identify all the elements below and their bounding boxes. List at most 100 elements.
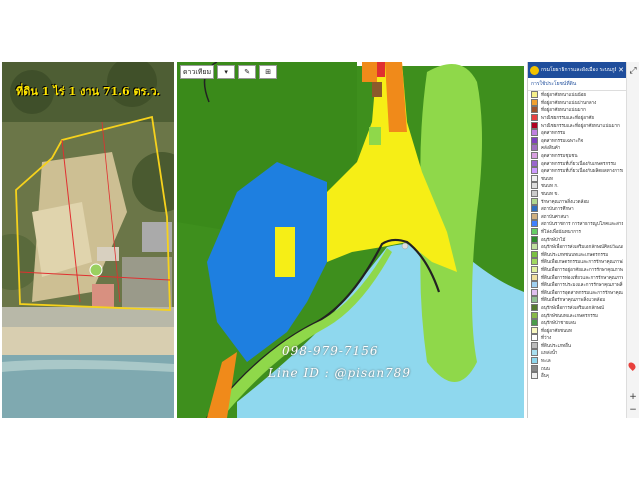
legend-swatch	[531, 167, 538, 175]
legend-item[interactable]: ที่ดินเพื่อรักษาคุณภาพสิ่งแวดล้อม	[528, 296, 626, 304]
legend-swatch	[531, 258, 538, 266]
layer-select-button[interactable]: ดาวเทียม	[180, 65, 215, 79]
legend-item[interactable]: ชนบท	[528, 174, 626, 183]
line-id-overlay: Line ID : @pisan789	[268, 366, 411, 380]
dropdown-arrow-icon[interactable]: ▾	[217, 65, 236, 79]
legend-item[interactable]: แหล่งน้ำ	[528, 349, 626, 357]
legend-item-label: ที่ดินเพื่อเกษตรกรรมและการรักษาคุณภาพสิ่…	[541, 260, 623, 266]
legend-item[interactable]: อุตสาหกรรมชุมชน	[528, 152, 626, 160]
land-use-map[interactable]	[177, 62, 524, 418]
legend-item-label: คลังสินค้า	[541, 146, 561, 152]
legend-item[interactable]: อนุรักษ์เพื่อการส่งเสริมเอกลักษณ์	[528, 303, 626, 312]
legend-item[interactable]: ที่ดินประเภทอื่น	[528, 341, 626, 350]
legend-item[interactable]: ที่ว่าง	[528, 334, 626, 342]
legend-swatch	[531, 106, 538, 114]
legend-swatch	[531, 91, 538, 99]
legend-panel: กรมโยธาธิการและผังเมือง ระบบภูมิสารสนเทศ…	[527, 62, 626, 418]
legend-item-label: รักษาคุณภาพสิ่งแวดล้อม	[541, 199, 589, 205]
legend-swatch	[531, 364, 538, 372]
legend-item-label: อนุรักษ์ชนบทและเกษตรกรรม	[541, 313, 599, 319]
legend-item[interactable]: อนุรักษ์เพื่อการส่งเสริมเอกลักษณ์ศิลปวัฒ…	[528, 243, 626, 251]
legend-header: กรมโยธาธิการและผังเมือง ระบบภูมิสารสนเทศ…	[528, 62, 626, 78]
legend-item[interactable]: ชนบท ก.	[528, 182, 626, 190]
legend-item[interactable]: ที่ดินประเภทชนบทและเกษตรกรรม	[528, 250, 626, 258]
satellite-image	[2, 62, 174, 418]
satellite-image-panel	[2, 62, 174, 418]
legend-item-label: สถาบันราชการ การสาธารณูปโภคและสาธารณูปกา…	[541, 222, 623, 228]
legend-swatch	[531, 273, 538, 281]
legend-item[interactable]: พาณิชยกรรมและที่อยู่อาศัย	[528, 114, 626, 122]
legend-swatch	[531, 311, 538, 319]
legend-item[interactable]: อนุรักษ์ชนบทและเกษตรกรรม	[528, 311, 626, 319]
legend-item[interactable]: อื่นๆ	[528, 372, 626, 380]
legend-swatch	[531, 326, 538, 334]
legend-item[interactable]: ชนบท ข.	[528, 190, 626, 198]
legend-swatch	[531, 136, 538, 144]
legend-swatch	[531, 205, 538, 213]
legend-item-label: ชนบท ก.	[541, 184, 559, 190]
legend-item-label: ชนบท ข.	[541, 192, 559, 198]
legend-item[interactable]: คลังสินค้า	[528, 144, 626, 152]
fullscreen-icon[interactable]: ⤢	[628, 66, 638, 76]
legend-item-label: ที่ดินประเภทอื่น	[541, 343, 571, 349]
legend-swatch	[531, 152, 538, 160]
parcel-size-title: ที่ดิน 1 ไร่ 1 งาน 71.6 ตร.ว.	[16, 85, 161, 98]
legend-swatch	[531, 303, 538, 311]
legend-item-label: ที่ดินเพื่อการอุตสาหกรรมและการรักษาคุณภา…	[541, 290, 623, 296]
legend-swatch	[531, 190, 538, 198]
legend-item-label: พาณิชยกรรมและที่อยู่อาศัย	[541, 116, 594, 122]
legend-swatch	[531, 174, 538, 182]
legend-swatch	[531, 227, 538, 235]
legend-swatch	[531, 349, 538, 357]
legend-swatch	[531, 250, 538, 258]
legend-item-label: สถาบันศาสนา	[541, 214, 569, 220]
legend-item[interactable]: ที่อยู่อาศัยหนาแน่นมาก	[528, 106, 626, 114]
legend-swatch	[531, 265, 538, 273]
zoom-out-button[interactable]: −	[628, 405, 638, 415]
legend-item[interactable]: อุตสาหกรรมที่เกี่ยวเนื่องกับเกษตรกรรม	[528, 159, 626, 167]
legend-item[interactable]: สถาบันราชการ การสาธารณูปโภคและสาธารณูปกา…	[528, 220, 626, 228]
legend-item[interactable]: อุตสาหกรรม	[528, 129, 626, 137]
legend-item[interactable]: สถาบันศาสนา	[528, 212, 626, 221]
legend-swatch	[531, 288, 538, 296]
legend-item[interactable]: อนุรักษ์ป่าไม้	[528, 235, 626, 243]
legend-item[interactable]: ที่ดินเพื่อการอยู่อาศัยและการรักษาคุณภาพ…	[528, 265, 626, 274]
legend-item-label: ที่ดินประเภทชนบทและเกษตรกรรม	[541, 252, 609, 258]
legend-item-label: ชนบท	[541, 176, 553, 182]
legend-item[interactable]: อุตสาหกรรมเฉพาะกิจ	[528, 136, 626, 145]
legend-item[interactable]: ทะเล	[528, 357, 626, 365]
legend-item[interactable]: ที่ดินเพื่อการท่องเที่ยวและการรักษาคุณภา…	[528, 273, 626, 281]
legend-item-label: อนุรักษ์เพื่อการส่งเสริมเอกลักษณ์	[541, 305, 604, 311]
legend-item-label: อุตสาหกรรม	[541, 131, 566, 137]
legend-item-label: อื่นๆ	[541, 374, 550, 380]
legend-item[interactable]: ที่อยู่อาศัยหนาแน่นน้อย	[528, 91, 626, 99]
close-icon[interactable]: ✕	[618, 66, 624, 74]
legend-item[interactable]: ที่อยู่อาศัยชนบท	[528, 326, 626, 334]
legend-item[interactable]: ที่ดินเพื่อการอุตสาหกรรมและการรักษาคุณภา…	[528, 288, 626, 296]
legend-swatch	[531, 121, 538, 129]
department-logo-icon	[530, 65, 539, 75]
legend-item[interactable]: สถาบันการศึกษา	[528, 205, 626, 213]
legend-item[interactable]: อุตสาหกรรมที่เกี่ยวเนื่องกับผลิตผลทางการ…	[528, 167, 626, 175]
zoom-in-button[interactable]: +	[628, 392, 638, 402]
legend-item[interactable]: ที่อยู่อาศัยหนาแน่นปานกลาง	[528, 98, 626, 107]
legend-item-label: อนุรักษ์ป่าไม้	[541, 237, 566, 243]
grid-icon[interactable]: ⊞	[259, 65, 278, 79]
legend-swatch	[531, 212, 538, 220]
legend-item-label: ถนน	[541, 366, 550, 372]
legend-item[interactable]: พาณิชยกรรมและที่อยู่อาศัยหนาแน่นมาก	[528, 121, 626, 129]
legend-item-label: อนุรักษ์ป่าชายเลน	[541, 321, 576, 327]
legend-item[interactable]: ที่ดินเพื่อการประมงและการรักษาคุณภาพสิ่ง…	[528, 281, 626, 289]
legend-swatch	[531, 144, 538, 152]
legend-item-label: ที่อยู่อาศัยหนาแน่นน้อย	[541, 93, 587, 99]
legend-item[interactable]: ที่โล่งเพื่อนันทนาการ	[528, 227, 626, 236]
draw-icon[interactable]: ✎	[238, 65, 257, 79]
legend-item[interactable]: ถนน	[528, 364, 626, 372]
legend-subheader: การใช้ประโยชน์ที่ดิน	[528, 78, 626, 91]
legend-item[interactable]: รักษาคุณภาพสิ่งแวดล้อม	[528, 197, 626, 205]
legend-swatch	[531, 296, 538, 304]
legend-item[interactable]: อนุรักษ์ป่าชายเลน	[528, 319, 626, 327]
legend-item[interactable]: ที่ดินเพื่อเกษตรกรรมและการรักษาคุณภาพสิ่…	[528, 258, 626, 266]
legend-item-label: สถาบันการศึกษา	[541, 207, 574, 213]
legend-item-label: อุตสาหกรรมเฉพาะกิจ	[541, 138, 584, 144]
